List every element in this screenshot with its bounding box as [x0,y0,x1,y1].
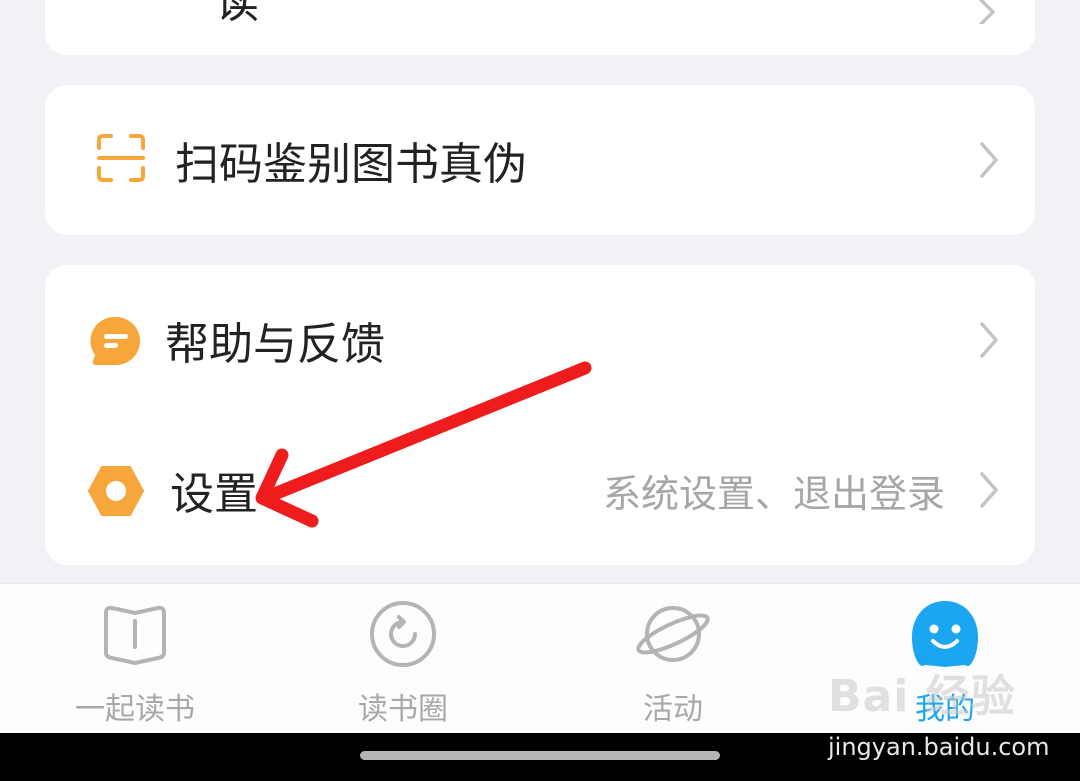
settings-hexagon-icon [88,466,144,516]
top-menu-row[interactable]: 读 [45,0,1035,55]
settings-row[interactable]: 设置 系统设置、退出登录 [45,415,1035,565]
circle-refresh-icon [370,601,436,667]
book-icon [104,605,166,665]
chevron-right-icon [980,472,998,508]
top-row-label: 读 [215,0,259,28]
feedback-chat-icon [90,316,140,365]
top-menu-card: 读 [45,0,1035,55]
tab-activities[interactable]: 活动 [573,584,773,734]
scan-card: 扫码鉴别图书真伪 [45,85,1035,235]
home-indicator[interactable] [360,751,720,760]
chevron-right-icon [980,142,998,178]
settings-label: 设置 [170,469,258,520]
tab-reading-circle[interactable]: 读书圈 [303,584,503,734]
help-feedback-row[interactable]: 帮助与反馈 [45,265,1035,415]
tab-read-together[interactable]: 一起读书 [35,584,235,734]
tab-label: 一起读书 [75,692,195,727]
help-settings-card: 帮助与反馈 设置 系统设置、退出登录 [45,265,1035,565]
help-feedback-label: 帮助与反馈 [165,319,385,370]
chevron-right-icon [979,0,995,24]
baidu-watermark-logo: Bai 经验 [828,671,1016,722]
scan-verify-row[interactable]: 扫码鉴别图书真伪 [45,85,1035,235]
scan-icon [97,134,145,182]
chevron-right-icon [980,322,998,358]
planet-icon [636,606,710,662]
watermark-url: jingyan.baidu.com [828,733,1050,761]
settings-sub: 系统设置、退出登录 [602,471,945,516]
scan-verify-label: 扫码鉴别图书真伪 [175,139,527,190]
tab-label: 活动 [643,692,703,727]
tab-label: 读书圈 [358,692,448,727]
smiley-face-icon [912,601,978,667]
